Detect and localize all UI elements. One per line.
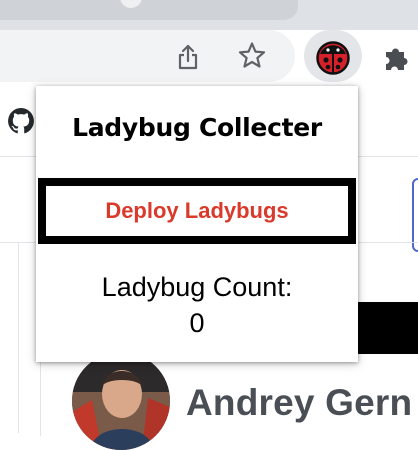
page-border <box>40 356 41 436</box>
deploy-ladybugs-button[interactable]: Deploy Ladybugs <box>38 178 356 244</box>
puzzle-extensions-icon[interactable] <box>380 42 412 74</box>
tab-strip <box>0 0 418 30</box>
ladybug-count-label: Ladybug Count: <box>101 272 293 302</box>
popup-title: Ladybug Collecter <box>72 113 322 142</box>
page-border <box>18 243 19 433</box>
page-side-button[interactable] <box>412 178 418 252</box>
browser-toolbar <box>0 30 418 86</box>
profile-name: Andrey Gern <box>186 382 413 423</box>
deploy-button-face: Deploy Ladybugs <box>46 186 348 236</box>
star-icon[interactable] <box>236 40 268 72</box>
extension-popup: Ladybug Collecter Deploy Ladybugs Ladybu… <box>36 86 358 362</box>
profile-cover-banner <box>357 302 418 354</box>
github-icon[interactable] <box>6 106 36 136</box>
share-icon[interactable] <box>173 42 203 72</box>
avatar[interactable] <box>72 352 170 450</box>
deploy-button-label: Deploy Ladybugs <box>105 198 289 223</box>
ladybug-extension-icon[interactable] <box>315 40 351 76</box>
ladybug-count-value: 0 <box>189 308 205 338</box>
active-tab[interactable] <box>0 0 298 20</box>
